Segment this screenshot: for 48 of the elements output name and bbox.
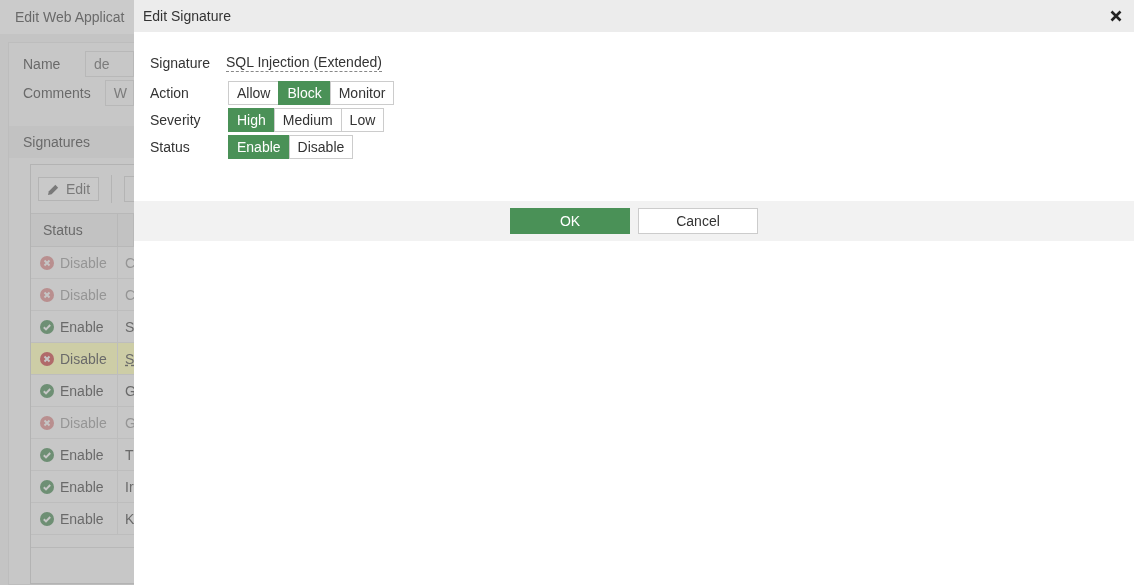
check-circle-icon (40, 447, 54, 462)
table-cell: Ir (125, 478, 134, 495)
signature-link[interactable]: SQL Injection (Extended) (226, 54, 382, 72)
check-circle-icon (40, 383, 54, 398)
pencil-icon (47, 182, 60, 196)
field-label: Signature (150, 55, 211, 71)
status-text: Enable (60, 382, 104, 399)
table-cell: T (125, 446, 134, 463)
comments-field[interactable]: W (104, 80, 134, 106)
name-field[interactable]: de (85, 51, 134, 77)
table-cell: S (125, 318, 134, 335)
field-label: Severity (150, 112, 202, 128)
edit-button[interactable]: Edit (38, 177, 100, 201)
status-text: Disable (60, 350, 107, 367)
error-circle-icon (40, 255, 54, 270)
cancel-button[interactable]: Cancel (638, 208, 758, 234)
error-circle-icon (40, 415, 54, 430)
error-circle-icon (40, 351, 54, 366)
section-header: Signatures (9, 126, 134, 158)
error-circle-icon (40, 287, 54, 302)
option-button[interactable]: Disable (288, 135, 354, 159)
column-header: Status (31, 214, 118, 246)
ok-button[interactable]: OK (510, 208, 630, 234)
close-icon[interactable] (1110, 10, 1122, 22)
check-circle-icon (40, 479, 54, 494)
option-button[interactable]: Block (278, 81, 331, 105)
table-cell: S (125, 350, 134, 367)
table-cell: K (125, 510, 134, 527)
check-circle-icon (40, 319, 54, 334)
option-button[interactable]: Enable (228, 135, 290, 159)
window-title: Edit Web Applicat (0, 0, 134, 34)
table-row[interactable]: Disable S (31, 343, 134, 375)
dialog-title: Edit Signature (143, 8, 231, 24)
table-cell: G (125, 382, 134, 399)
field-label: Comments (23, 85, 91, 101)
option-button[interactable]: Low (340, 108, 385, 132)
check-circle-icon (40, 511, 54, 526)
field-label: Action (150, 85, 190, 101)
status-text: Enable (60, 446, 104, 463)
option-button[interactable]: High (228, 108, 275, 132)
option-button[interactable]: Medium (273, 108, 342, 132)
status-text: Enable (60, 478, 104, 495)
field-label: Name (23, 56, 62, 72)
status-text: Enable (60, 318, 104, 335)
status-text: Enable (60, 510, 104, 527)
field-label: Status (150, 139, 191, 155)
option-button[interactable]: Allow (228, 81, 280, 105)
option-button[interactable]: Monitor (329, 81, 395, 105)
